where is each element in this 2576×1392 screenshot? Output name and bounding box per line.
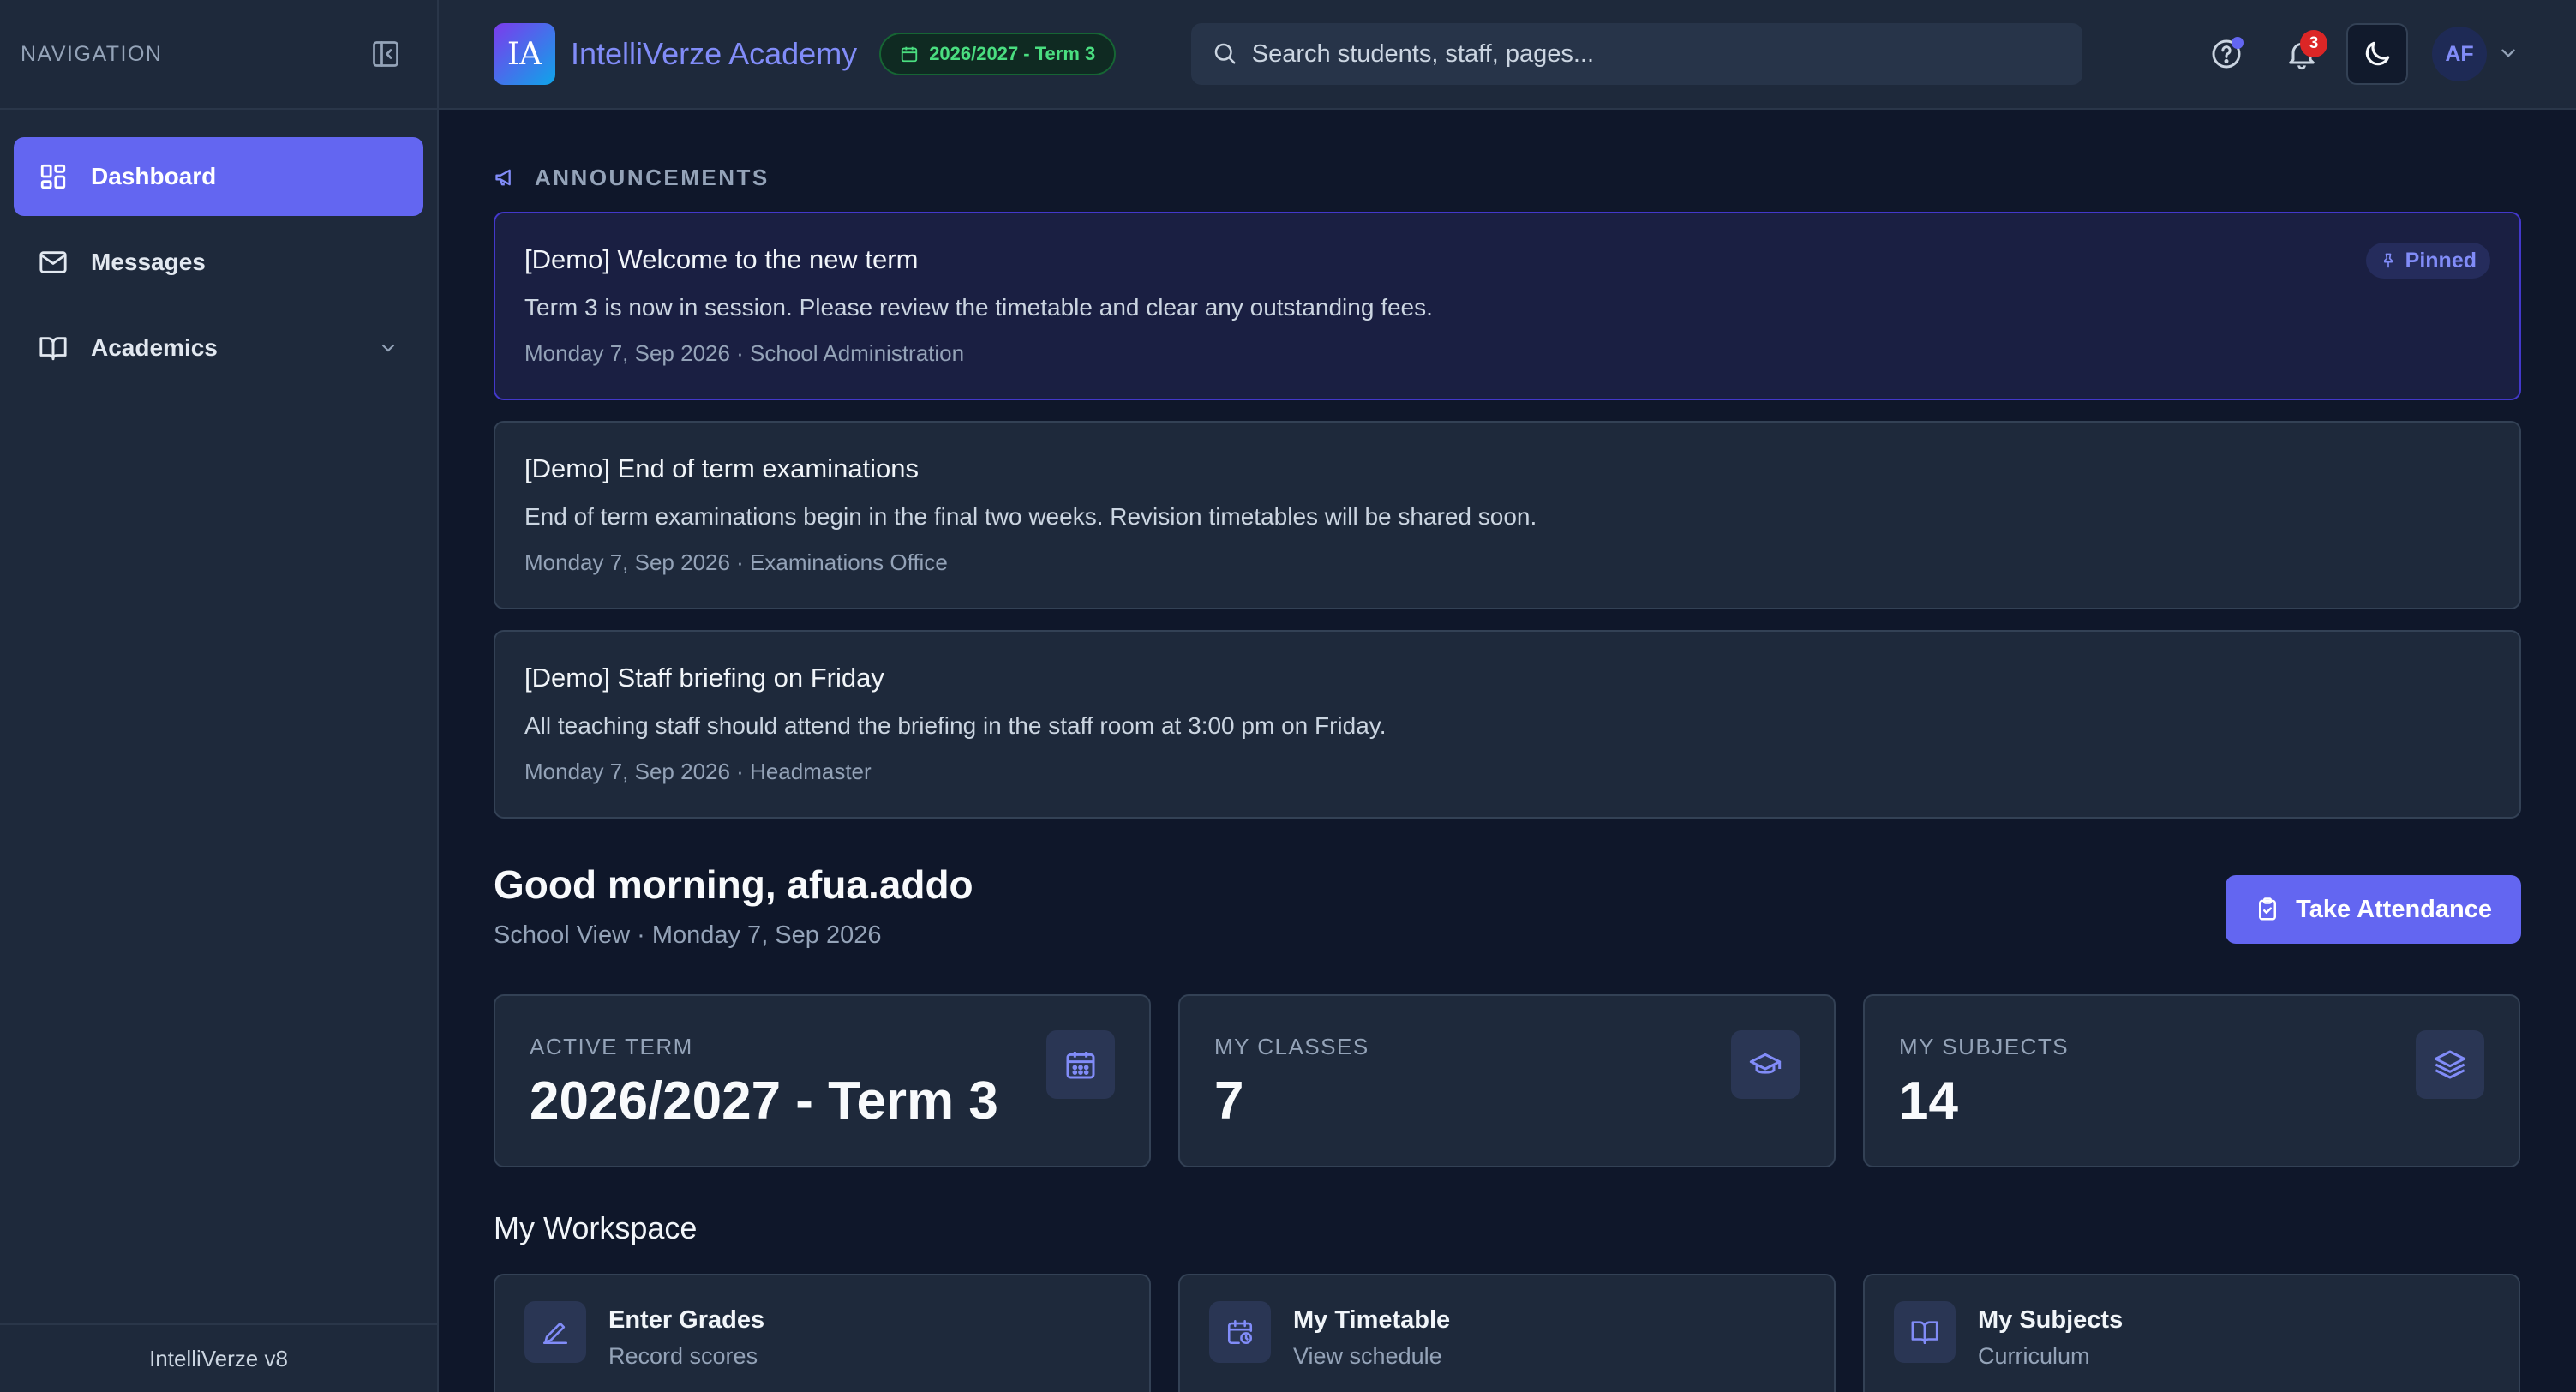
pencil-icon bbox=[524, 1301, 586, 1363]
announcement-title: [Demo] Welcome to the new term bbox=[524, 244, 919, 274]
stat-card-my-subjects: MY SUBJECTS 14 bbox=[1863, 994, 2520, 1167]
sidebar-header: NAVIGATION bbox=[0, 0, 437, 110]
book-open-icon bbox=[1894, 1301, 1956, 1363]
sidebar-footer: IntelliVerze v8 bbox=[0, 1323, 437, 1392]
megaphone-icon bbox=[494, 165, 519, 191]
workspace-item-title: Enter Grades bbox=[608, 1306, 765, 1334]
announcement-card[interactable]: [Demo] Staff briefing on Friday All teac… bbox=[494, 630, 2521, 819]
top-header: IA IntelliVerze Academy 2026/2027 - Term… bbox=[439, 0, 2576, 110]
notification-count-badge: 3 bbox=[2300, 30, 2327, 57]
sidebar-item-label: Dashboard bbox=[91, 163, 217, 189]
take-attendance-label: Take Attendance bbox=[2296, 895, 2492, 923]
workspace-item-subtitle: View schedule bbox=[1293, 1343, 1442, 1369]
workspace-text: My Subjects Curriculum bbox=[1978, 1301, 2123, 1370]
workspace-enter-grades[interactable]: Enter Grades Record scores bbox=[494, 1274, 1151, 1392]
search-icon bbox=[1212, 40, 1238, 68]
workspace-text: Enter Grades Record scores bbox=[608, 1301, 764, 1370]
calendar-icon bbox=[900, 45, 919, 63]
stat-label: MY CLASSES bbox=[1214, 1034, 1369, 1059]
greeting-block: Good morning, afua.addo School View · Mo… bbox=[494, 861, 973, 950]
workspace-item-subtitle: Curriculum bbox=[1978, 1343, 2090, 1369]
announcement-meta: Monday 7, Sep 2026 · School Administrati… bbox=[524, 340, 965, 366]
workspace-item-subtitle: Record scores bbox=[608, 1343, 758, 1369]
sidebar-heading: NAVIGATION bbox=[21, 41, 163, 66]
chevron-down-icon[interactable] bbox=[2497, 42, 2521, 66]
workspace-row: Enter Grades Record scores My Timetable … bbox=[494, 1274, 2521, 1392]
sidebar-item-label: Academics bbox=[91, 334, 218, 361]
greeting-row: Good morning, afua.addo School View · Mo… bbox=[494, 861, 2521, 950]
sidebar-item-label: Messages bbox=[91, 249, 206, 275]
pinned-badge: Pinned bbox=[2365, 243, 2490, 279]
graduation-cap-icon bbox=[1731, 1030, 1800, 1099]
calendar-icon bbox=[1046, 1030, 1115, 1099]
help-button[interactable] bbox=[2196, 23, 2257, 85]
stat-value: 7 bbox=[1214, 1071, 1244, 1131]
stat-label: MY SUBJECTS bbox=[1899, 1034, 2070, 1059]
app-logo[interactable]: IA bbox=[494, 23, 555, 85]
pin-icon bbox=[2380, 252, 2397, 269]
announcement-body: All teaching staff should attend the bri… bbox=[524, 712, 1387, 739]
stat-label: ACTIVE TERM bbox=[530, 1034, 693, 1059]
workspace-item-title: My Subjects bbox=[1978, 1306, 2124, 1334]
chevron-down-icon[interactable] bbox=[375, 335, 401, 361]
workspace-my-timetable[interactable]: My Timetable View schedule bbox=[1178, 1274, 1836, 1392]
announcement-title: [Demo] End of term examinations bbox=[524, 453, 920, 483]
stats-row: ACTIVE TERM 2026/2027 - Term 3 MY CLASSE… bbox=[494, 994, 2521, 1167]
moon-icon bbox=[2361, 38, 2393, 70]
announcement-meta: Monday 7, Sep 2026 · Examinations Office bbox=[524, 549, 948, 575]
announcement-card[interactable]: [Demo] End of term examinations End of t… bbox=[494, 421, 2521, 609]
help-indicator-dot bbox=[2232, 37, 2244, 49]
stat-card-active-term: ACTIVE TERM 2026/2027 - Term 3 bbox=[494, 994, 1151, 1167]
announcement-body: End of term examinations begin in the fi… bbox=[524, 503, 1537, 530]
term-chip: 2026/2027 - Term 3 bbox=[879, 33, 1117, 75]
clipboard-check-icon bbox=[2255, 897, 2280, 922]
stat-value: 14 bbox=[1899, 1071, 1958, 1131]
stat-value: 2026/2027 - Term 3 bbox=[530, 1071, 998, 1131]
user-avatar[interactable]: AF bbox=[2432, 27, 2487, 81]
take-attendance-button[interactable]: Take Attendance bbox=[2226, 875, 2521, 944]
book-icon bbox=[36, 331, 70, 365]
greeting-title: Good morning, afua.addo bbox=[494, 862, 973, 907]
search-input[interactable] bbox=[1251, 39, 2063, 69]
greeting-subtitle: School View · Monday 7, Sep 2026 bbox=[494, 921, 882, 949]
term-chip-label: 2026/2027 - Term 3 bbox=[929, 43, 1096, 64]
brand-name[interactable]: IntelliVerze Academy bbox=[571, 36, 857, 72]
sidebar-item-academics[interactable]: Academics bbox=[14, 309, 423, 387]
layers-icon bbox=[2416, 1030, 2484, 1099]
sidebar-nav: Dashboard Messages Academics bbox=[0, 110, 437, 422]
workspace-item-title: My Timetable bbox=[1293, 1306, 1451, 1334]
calendar-clock-icon bbox=[1209, 1301, 1271, 1363]
stat-card-my-classes: MY CLASSES 7 bbox=[1178, 994, 1836, 1167]
announcement-meta: Monday 7, Sep 2026 · Headmaster bbox=[524, 759, 872, 784]
announcement-card[interactable]: [Demo] Welcome to the new term Term 3 is… bbox=[494, 212, 2521, 400]
announcement-body: Term 3 is now in session. Please review … bbox=[524, 294, 1433, 321]
header-actions: 3 AF bbox=[2182, 23, 2521, 85]
workspace-title: My Workspace bbox=[494, 1210, 698, 1245]
pinned-label: Pinned bbox=[2405, 248, 2477, 273]
announcements-heading: ANNOUNCEMENTS bbox=[535, 165, 770, 190]
announcement-title: [Demo] Staff briefing on Friday bbox=[524, 663, 884, 693]
announcements-header: ANNOUNCEMENTS bbox=[494, 165, 2521, 191]
sidebar: NAVIGATION Dashboard Messages Academics bbox=[0, 0, 439, 1392]
sidebar-item-messages[interactable]: Messages bbox=[14, 223, 423, 302]
workspace-my-subjects[interactable]: My Subjects Curriculum bbox=[1863, 1274, 2520, 1392]
notifications-button[interactable]: 3 bbox=[2271, 23, 2333, 85]
mail-icon bbox=[36, 245, 70, 279]
main-content: ANNOUNCEMENTS [Demo] Welcome to the new … bbox=[494, 110, 2521, 1392]
dashboard-grid-icon bbox=[36, 159, 70, 194]
theme-toggle-button[interactable] bbox=[2346, 23, 2408, 85]
sidebar-collapse-icon[interactable] bbox=[368, 37, 403, 71]
search-bar[interactable] bbox=[1191, 23, 2083, 85]
workspace-text: My Timetable View schedule bbox=[1293, 1301, 1450, 1370]
sidebar-item-dashboard[interactable]: Dashboard bbox=[14, 137, 423, 216]
